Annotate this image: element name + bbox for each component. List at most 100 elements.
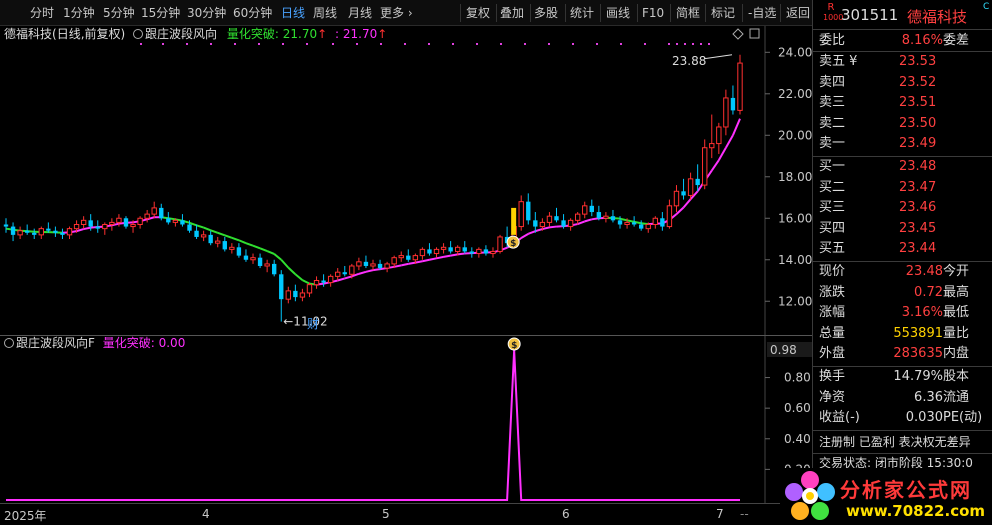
quote-label: 外盘 [819, 346, 846, 362]
ma-segment [224, 234, 233, 239]
signal-dot [548, 43, 550, 45]
signal-dot [596, 43, 598, 45]
toolbar-separator [637, 4, 638, 22]
candle-body-down [53, 230, 58, 233]
signal-dot [700, 43, 702, 45]
candle-body-up [624, 221, 630, 225]
bid-label: 买五 [819, 241, 846, 257]
toolbar-item-0[interactable]: 分时 [30, 4, 54, 22]
candle-body-up [17, 230, 23, 236]
ma-segment [401, 262, 409, 267]
toolbar-item-17[interactable]: 标记 [711, 4, 735, 22]
ma-segment [344, 275, 353, 280]
candle-body-down [166, 218, 171, 223]
signal-dot [620, 43, 622, 45]
ma-segment [577, 220, 586, 226]
candle-body-down [243, 255, 249, 260]
bid-price: 23.47 [899, 179, 937, 195]
toolbar-item-2[interactable]: 5分钟 [103, 4, 135, 22]
candle-body-down [88, 220, 93, 227]
toolbar-item-3[interactable]: 15分钟 [141, 4, 180, 22]
bid-row: 买四 23.45 [819, 219, 989, 239]
price-tick-label: 22.00 [778, 87, 812, 101]
kline-chart[interactable]: 德福科技(日线,前复权) 跟庄波段风向 量化突破: 21.70↑ : 21.70… [0, 26, 812, 335]
quote-label: 涨跌 [819, 284, 846, 300]
ma-segment [245, 242, 254, 247]
toolbar-item-11[interactable]: 叠加 [500, 4, 524, 22]
ma-segment [408, 261, 416, 265]
price-tick-label: 24.00 [778, 45, 812, 59]
ask-price: 23.53 [899, 54, 937, 69]
sub-money-bag-symbol: $ [511, 341, 517, 351]
signal-dot [258, 43, 260, 45]
toolbar-item-5[interactable]: 60分钟 [233, 4, 272, 22]
candle-body-down [60, 232, 65, 235]
watermark-text: 分析家公式网 [840, 478, 972, 502]
toolbar-item-10[interactable]: 复权 [466, 4, 490, 22]
ma-segment [210, 229, 219, 234]
toolbar-item-12[interactable]: 多股 [534, 4, 558, 22]
signal-dot [332, 43, 334, 45]
toolbar-item-16[interactable]: 简框 [676, 4, 700, 22]
flower-logo-icon [785, 471, 835, 520]
toolbar-item-14[interactable]: 画线 [606, 4, 630, 22]
toolbar-item-7[interactable]: 周线 [313, 4, 337, 22]
candle-body-up [73, 223, 80, 230]
candle-body-down [342, 272, 347, 275]
candle-body-up [285, 290, 291, 300]
sub-indicator-svg[interactable]: 0.980.800.600.400.20$ [0, 336, 812, 503]
stats-value: 0.030 [905, 410, 943, 426]
bid-label: 买四 [819, 220, 846, 236]
candle-body-down [3, 224, 9, 227]
ma-segment [549, 225, 557, 229]
toolbar-item-13[interactable]: 统计 [570, 4, 594, 22]
ma-segment [415, 260, 423, 264]
candle-body-down [236, 247, 242, 256]
weibi-row: 委比 8.16% 委差 [819, 31, 989, 51]
quote-value: 3.16% [901, 305, 943, 321]
weidiff-label: 委差 [943, 33, 970, 48]
candle-body-down [363, 261, 369, 266]
ma-segment [422, 258, 430, 263]
signal-dot [692, 43, 694, 45]
ma-segment [238, 239, 247, 245]
toolbar-item-6[interactable]: 日线 [281, 4, 305, 22]
quote-label2: 最高 [943, 284, 970, 300]
toolbar-item-4[interactable]: 30分钟 [187, 4, 226, 22]
candle-body-up [137, 217, 143, 225]
toolbar-item-9[interactable]: 更多 › [380, 4, 413, 22]
candle-body-up [673, 190, 680, 207]
candle-body-down [24, 230, 30, 233]
candle-body-down [730, 97, 736, 111]
ma-segment [273, 253, 282, 261]
ask-row: 卖一 23.49 [819, 134, 989, 154]
toolbar-item-15[interactable]: F10 [642, 4, 664, 22]
ma-segment [266, 250, 275, 255]
candle-body-down [589, 205, 594, 213]
quote-row: 涨跌 0.72 最高 [819, 283, 989, 303]
candle-body-down [561, 220, 566, 227]
quote-value: 0.72 [914, 284, 943, 300]
toolbar-item-18[interactable]: -自选 [748, 4, 776, 22]
site-watermark: 分析家公式网 www.70822.com [780, 468, 992, 525]
sub-tick-label: 0.80 [784, 371, 811, 385]
watermark-url: www.70822.com [846, 502, 986, 520]
candle-body-down [427, 249, 432, 254]
toolbar-item-8[interactable]: 月线 [348, 4, 372, 22]
ma-segment [710, 159, 720, 172]
toolbar-item-19[interactable]: 返回 [786, 4, 810, 22]
toolbar-item-1[interactable]: 1分钟 [63, 4, 95, 22]
stats-label: 净资 [819, 389, 846, 405]
ma-segment [675, 206, 685, 215]
spike-line [6, 349, 740, 501]
candle-body-up [455, 246, 461, 252]
stock-code: 301511 [841, 6, 899, 24]
ma-segment [294, 273, 304, 281]
signal-dot [356, 43, 358, 45]
ask-price: 23.49 [899, 136, 937, 152]
toolbar-separator [780, 4, 781, 22]
candle-body-down [448, 247, 453, 252]
signal-dot [210, 43, 212, 45]
date-tick-label: 6 [562, 507, 570, 521]
candle-body-up [433, 248, 440, 255]
